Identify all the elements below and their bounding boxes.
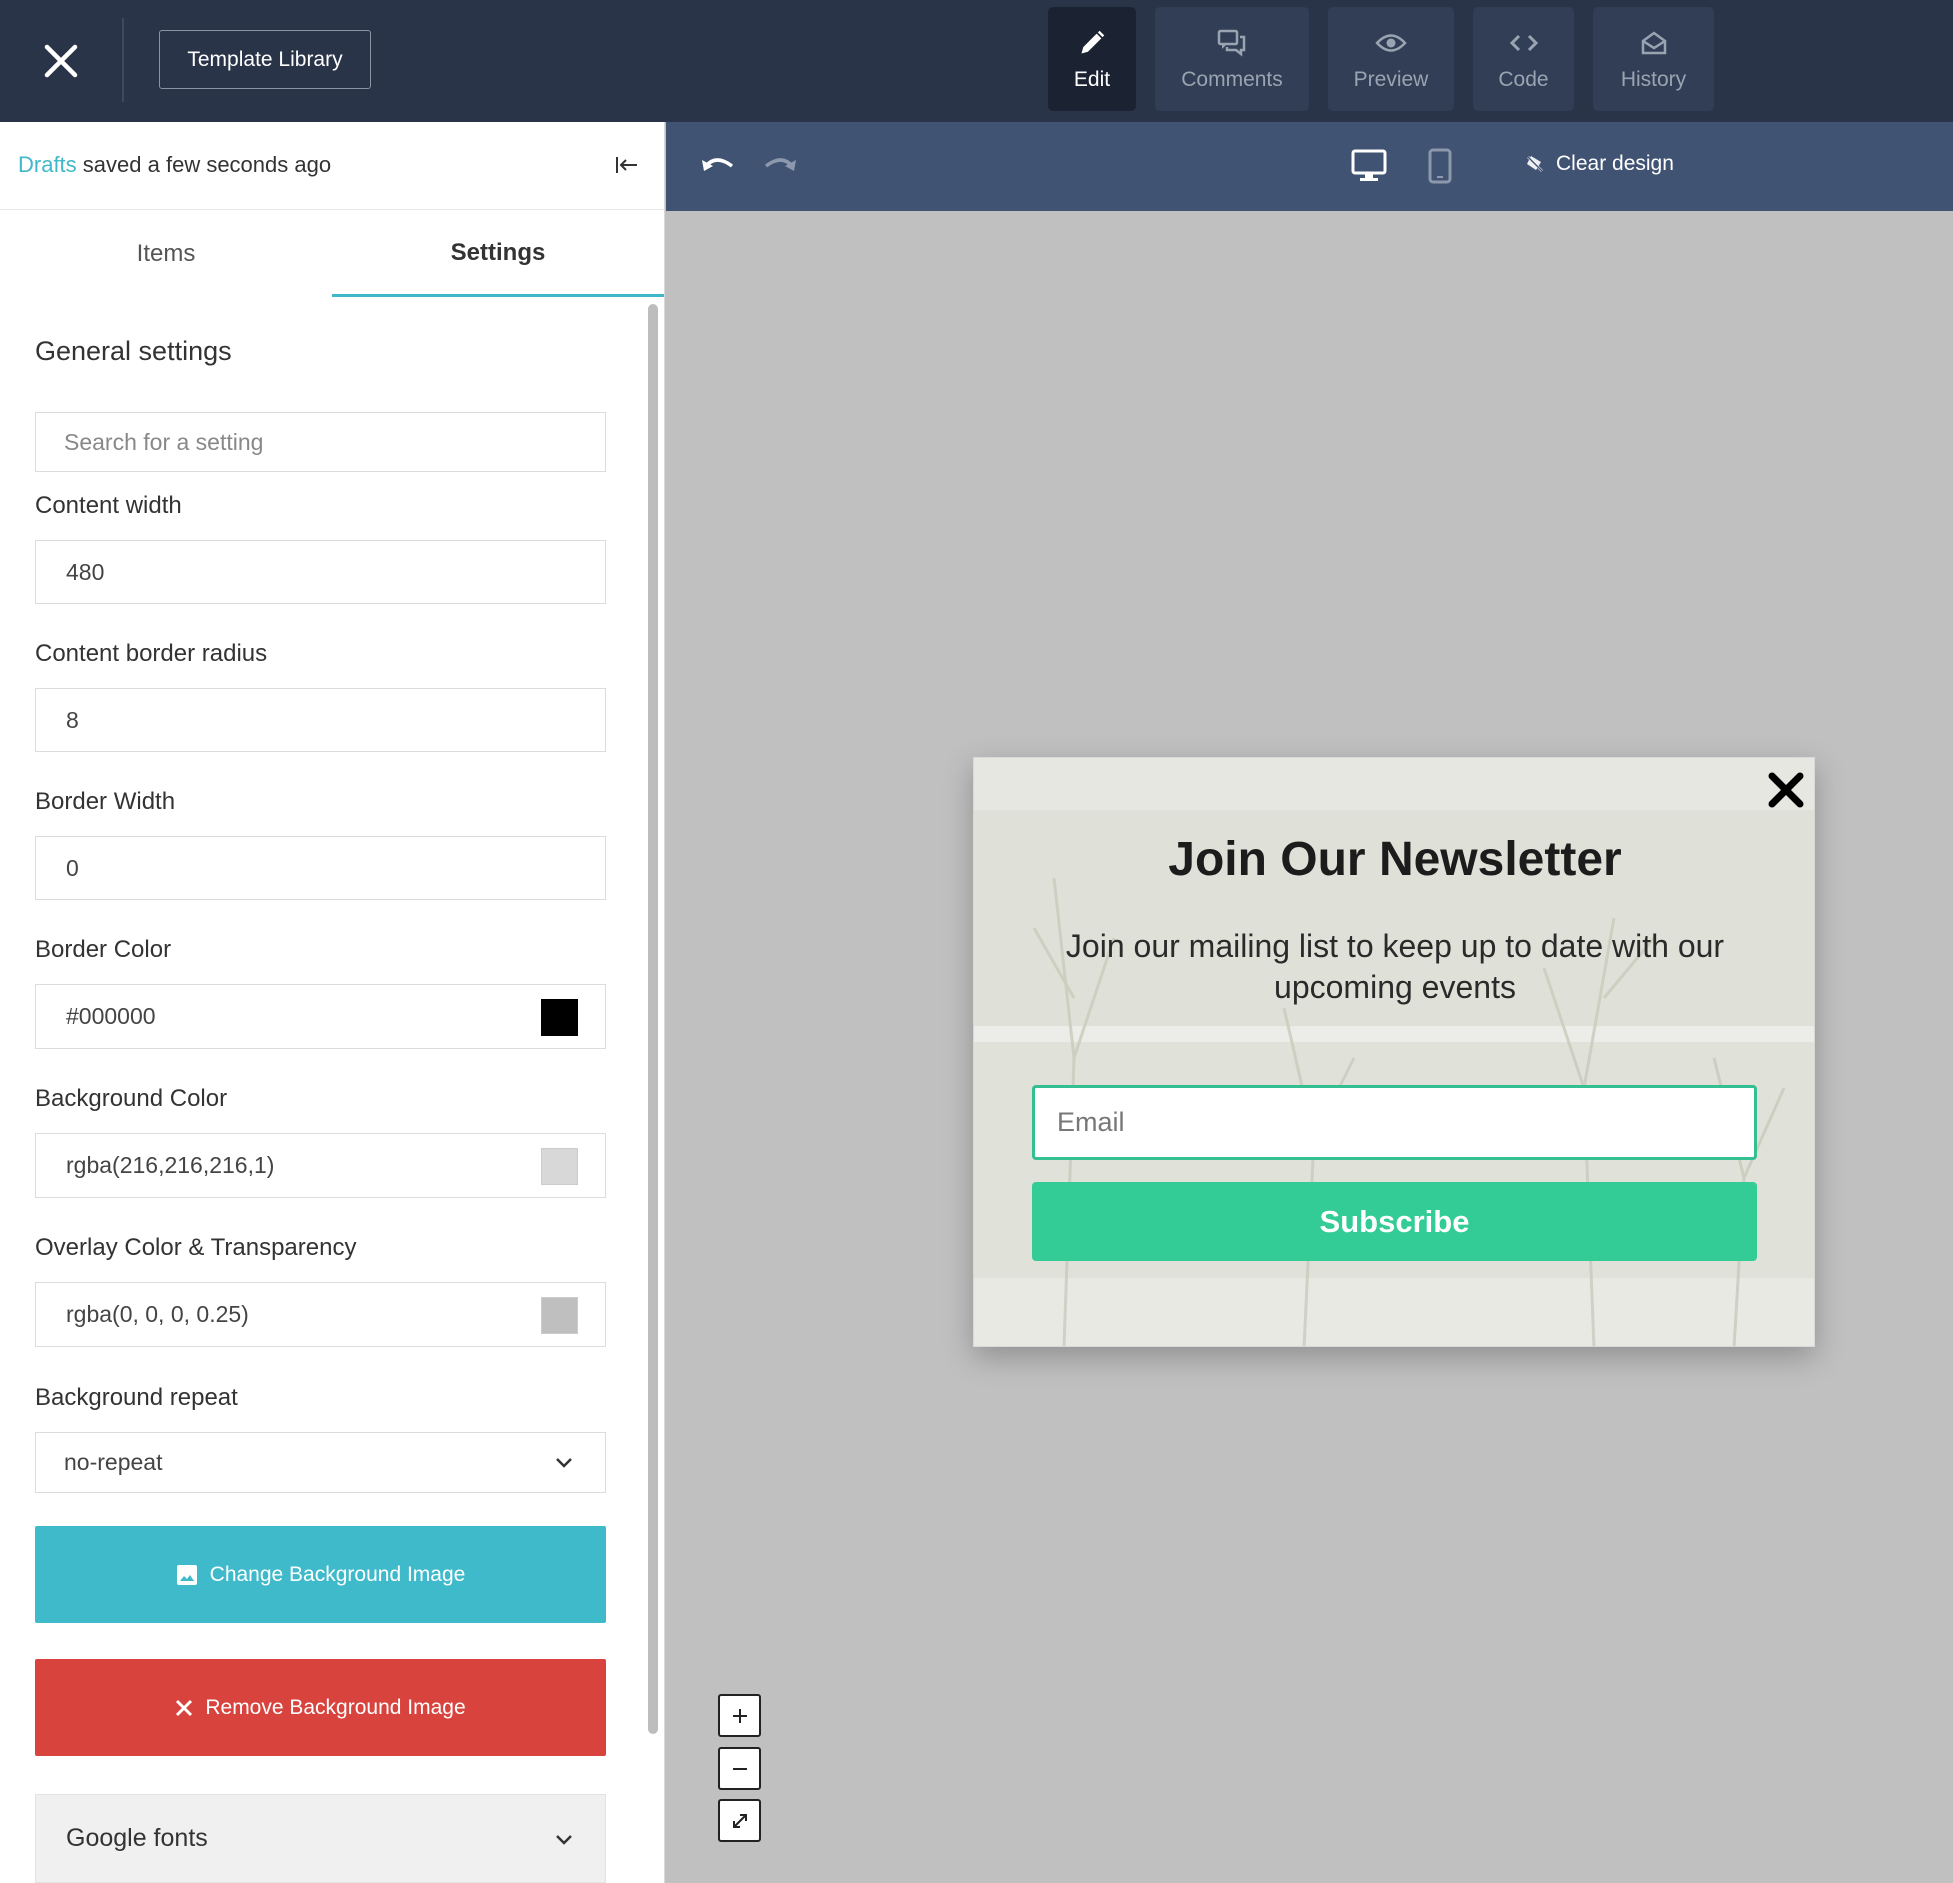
minus-icon xyxy=(732,1767,747,1770)
popup-title: Join Our Newsletter xyxy=(1168,833,1622,886)
draft-status: Drafts saved a few seconds ago xyxy=(18,152,331,178)
background-repeat-value: no-repeat xyxy=(64,1449,163,1475)
history-icon xyxy=(1640,26,1668,60)
mode-switcher: Edit Comments Preview Code History xyxy=(1048,7,1714,111)
clear-design-button[interactable]: Clear design xyxy=(1524,152,1674,176)
border-width-label: Border Width xyxy=(35,788,176,815)
google-fonts-accordion[interactable]: Google fonts xyxy=(35,1794,606,1883)
eye-icon xyxy=(1375,26,1407,60)
newsletter-popup-preview[interactable]: Join Our Newsletter Join our mailing lis… xyxy=(973,757,1815,1347)
border-color-label: Border Color xyxy=(35,936,172,963)
canvas-toolbar: Clear design xyxy=(666,122,1953,211)
expand-icon xyxy=(732,1813,747,1828)
tab-comments[interactable]: Comments xyxy=(1155,7,1309,111)
close-icon xyxy=(176,1699,193,1716)
tab-preview-label: Preview xyxy=(1353,68,1429,91)
redo-icon[interactable] xyxy=(762,152,798,178)
content-border-radius-value: 8 xyxy=(66,706,79,733)
chevron-down-icon xyxy=(556,1835,572,1845)
tab-edit-label: Edit xyxy=(1073,68,1111,91)
background-color-field[interactable]: rgba(216,216,216,1) xyxy=(35,1133,606,1198)
tab-items[interactable]: Items xyxy=(0,211,332,297)
close-editor-icon[interactable] xyxy=(37,37,85,85)
fit-screen-button[interactable] xyxy=(718,1799,761,1842)
zoom-in-button[interactable] xyxy=(718,1694,761,1737)
content-border-radius-label: Content border radius xyxy=(35,640,268,667)
undo-icon[interactable] xyxy=(700,152,736,178)
comments-icon xyxy=(1217,26,1247,60)
overlay-color-swatch[interactable] xyxy=(541,1297,578,1334)
change-background-image-button[interactable]: Change Background Image xyxy=(35,1526,606,1623)
popup-close-icon[interactable] xyxy=(1766,770,1806,810)
mobile-view-icon[interactable] xyxy=(1428,148,1452,184)
remove-background-image-button[interactable]: Remove Background Image xyxy=(35,1659,606,1756)
section-title: General settings xyxy=(35,336,232,366)
collapse-panel-icon[interactable] xyxy=(614,152,640,178)
border-color-value: #000000 xyxy=(66,1003,156,1029)
code-icon xyxy=(1509,26,1539,60)
zoom-out-button[interactable] xyxy=(718,1747,761,1790)
panel-tabs: Items Settings xyxy=(0,211,664,297)
remove-background-image-label: Remove Background Image xyxy=(205,1695,466,1719)
top-divider xyxy=(122,18,124,102)
draft-saved-text: saved a few seconds ago xyxy=(76,152,332,177)
content-width-value: 480 xyxy=(66,558,105,585)
background-color-label: Background Color xyxy=(35,1085,228,1112)
tab-settings[interactable]: Settings xyxy=(332,211,664,297)
subscribe-button[interactable]: Subscribe xyxy=(1032,1182,1757,1261)
plus-icon xyxy=(732,1708,747,1723)
setting-search-box xyxy=(35,412,606,472)
tab-code-label: Code xyxy=(1498,68,1549,91)
overlay-color-value: rgba(0, 0, 0, 0.25) xyxy=(66,1301,249,1327)
chevron-down-icon xyxy=(556,1458,572,1468)
settings-panel: Drafts saved a few seconds ago Items Set… xyxy=(0,122,665,1883)
background-repeat-label: Background repeat xyxy=(35,1384,238,1411)
tab-edit[interactable]: Edit xyxy=(1048,7,1136,111)
template-library-button[interactable]: Template Library xyxy=(159,30,371,89)
content-width-field[interactable]: 480 xyxy=(35,540,606,604)
border-width-value: 0 xyxy=(66,854,79,881)
overlay-color-field[interactable]: rgba(0, 0, 0, 0.25) xyxy=(35,1282,606,1347)
desktop-view-icon[interactable] xyxy=(1351,149,1387,183)
border-width-field[interactable]: 0 xyxy=(35,836,606,900)
image-icon xyxy=(176,1564,197,1585)
tab-comments-label: Comments xyxy=(1181,68,1283,91)
drafts-link[interactable]: Drafts xyxy=(18,152,77,177)
tab-code[interactable]: Code xyxy=(1473,7,1574,111)
tab-history-label: History xyxy=(1620,68,1687,91)
border-color-field[interactable]: #000000 xyxy=(35,984,606,1049)
content-border-radius-field[interactable]: 8 xyxy=(35,688,606,752)
overlay-color-label: Overlay Color & Transparency xyxy=(35,1234,357,1261)
content-width-label: Content width xyxy=(35,492,182,519)
panel-scrollbar[interactable] xyxy=(648,304,658,1734)
popup-subtitle: Join our mailing list to keep up to date… xyxy=(1065,928,1725,1005)
background-color-swatch[interactable] xyxy=(541,1148,578,1185)
top-bar: Template Library Edit Comments Preview C… xyxy=(0,0,1953,122)
draft-status-row: Drafts saved a few seconds ago xyxy=(0,122,664,210)
eraser-icon xyxy=(1527,156,1543,172)
background-color-value: rgba(216,216,216,1) xyxy=(66,1152,275,1178)
setting-search-input[interactable] xyxy=(64,428,605,456)
pencil-icon xyxy=(1078,26,1106,60)
border-color-swatch[interactable] xyxy=(541,999,578,1036)
tab-history[interactable]: History xyxy=(1593,7,1714,111)
change-background-image-label: Change Background Image xyxy=(209,1562,466,1586)
background-repeat-select[interactable]: no-repeat xyxy=(35,1432,606,1493)
email-input[interactable] xyxy=(1032,1085,1757,1160)
tab-preview[interactable]: Preview xyxy=(1328,7,1454,111)
clear-design-label: Clear design xyxy=(1556,152,1674,175)
google-fonts-label: Google fonts xyxy=(66,1824,208,1852)
